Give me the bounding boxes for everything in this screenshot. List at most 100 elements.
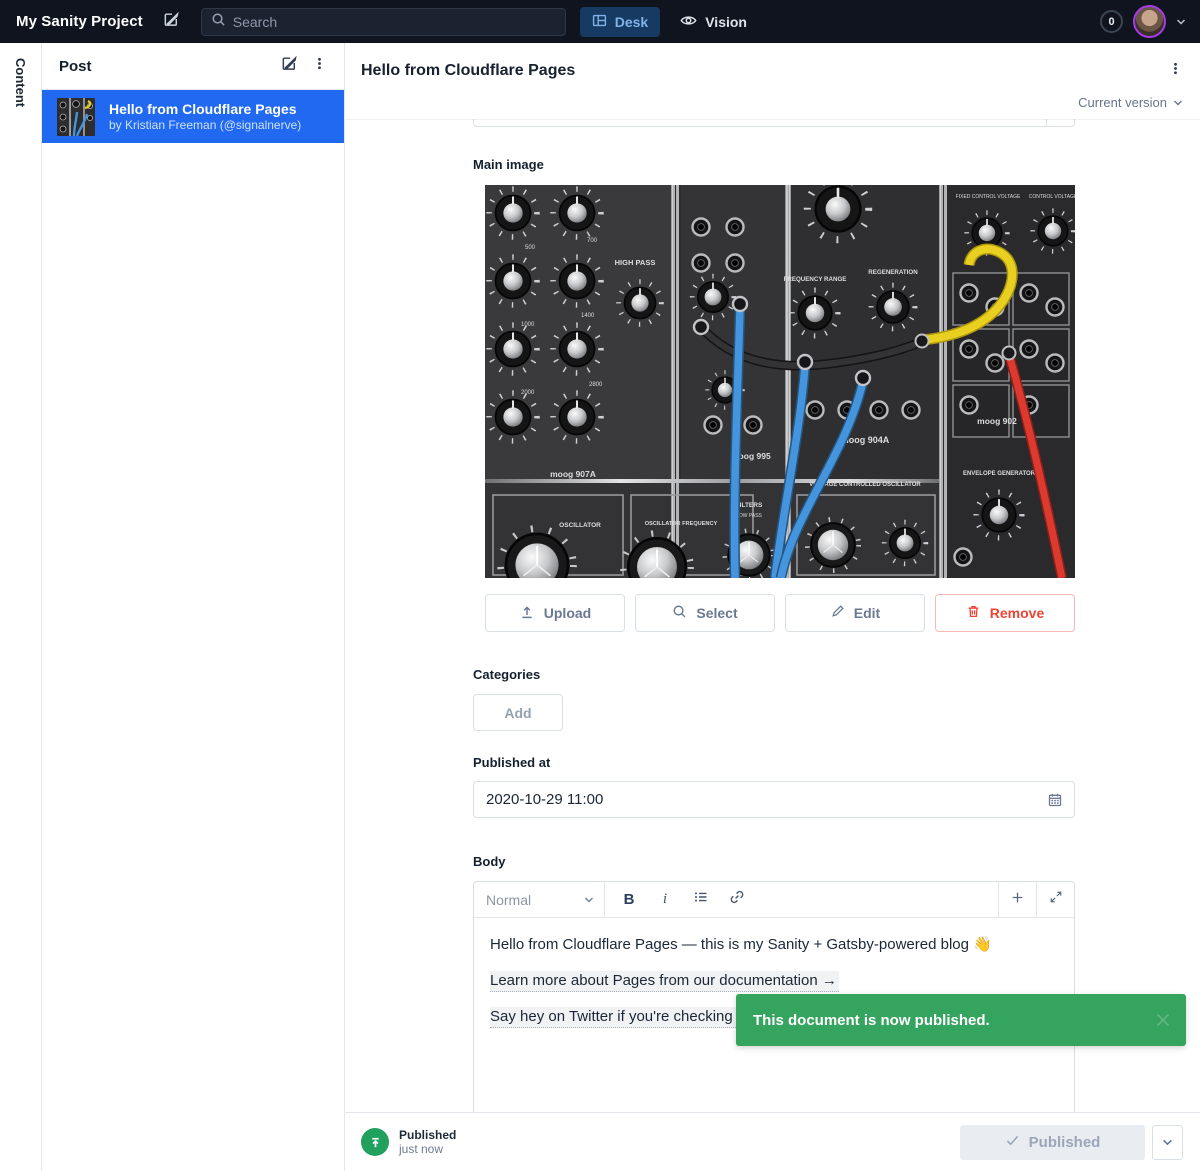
dots-vertical-icon <box>1168 61 1183 81</box>
body-toolbar: Normal B i <box>474 882 1074 918</box>
bold-button[interactable]: B <box>613 886 645 914</box>
edit-label: Edit <box>854 605 880 621</box>
chevron-down-icon <box>584 896 594 904</box>
body-paragraph[interactable]: Hello from Cloudflare Pages — this is my… <box>490 935 1058 955</box>
create-post-button[interactable] <box>274 51 304 81</box>
post-pane: Post <box>42 43 345 1171</box>
dots-vertical-icon <box>312 56 327 76</box>
tab-desk[interactable]: Desk <box>580 7 660 37</box>
trash-icon <box>966 604 981 622</box>
publish-time: just now <box>399 1142 456 1156</box>
post-item-byline: by Kristian Freeman (@signalnerve) <box>109 118 301 133</box>
document-title: Hello from Cloudflare Pages <box>361 62 1160 80</box>
navbar-right: 0 <box>1100 5 1186 38</box>
body-link-documentation[interactable]: Learn more about Pages from our document… <box>490 971 839 992</box>
select-button[interactable]: Select <box>635 594 775 632</box>
style-selector[interactable]: Normal <box>474 882 605 917</box>
rail-tab-content[interactable]: Content <box>13 43 28 107</box>
pane-menu-button[interactable] <box>304 51 334 81</box>
columns-icon <box>592 13 607 31</box>
publish-button-label: Published <box>1029 1134 1101 1151</box>
image-actions: Upload Select <box>485 594 1075 632</box>
svg-text:2000: 2000 <box>521 390 535 396</box>
categories-label: Categories <box>473 667 1075 682</box>
footer-actions: Published <box>960 1125 1183 1160</box>
photo-label-regeneration: REGENERATION <box>868 269 918 276</box>
compose-icon <box>163 11 180 33</box>
style-selector-value: Normal <box>486 892 578 908</box>
project-title: My Sanity Project <box>16 13 143 30</box>
version-selector[interactable]: Current version <box>345 86 1200 110</box>
format-buttons: B i <box>605 882 998 917</box>
photo-label-fixed-cv: FIXED CONTROL VOLTAGE <box>956 194 1021 200</box>
photo-label-envelope-generator: ENVELOPE GENERATOR <box>963 471 1036 477</box>
published-at-label: Published at <box>473 755 1075 770</box>
chevron-down-icon <box>1162 1135 1173 1150</box>
new-document-button[interactable] <box>157 7 187 37</box>
close-icon[interactable] <box>1156 1013 1170 1027</box>
publish-status-texts: Published just now <box>399 1128 456 1156</box>
toast-message: This document is now published. <box>753 1012 1156 1029</box>
eye-icon <box>680 12 697 32</box>
check-icon <box>1005 1134 1020 1151</box>
link-icon <box>729 889 745 910</box>
link-button[interactable] <box>721 886 753 914</box>
bullet-list-button[interactable] <box>685 886 717 914</box>
photo-label-oscillator-frequency: OSCILLATOR FREQUENCY <box>645 521 718 527</box>
italic-button[interactable]: i <box>649 886 681 914</box>
svg-text:2800: 2800 <box>589 382 603 388</box>
svg-text:1400: 1400 <box>581 313 595 319</box>
photo-label-frequency-range: FREQUENCY RANGE <box>784 276 847 283</box>
publish-button[interactable]: Published <box>960 1125 1145 1160</box>
tab-vision-label: Vision <box>705 14 747 30</box>
post-thumbnail <box>57 98 95 136</box>
document-menu-button[interactable] <box>1160 56 1190 86</box>
document-title-row: Hello from Cloudflare Pages <box>345 43 1200 86</box>
photo-label-moog-907a: moog 907A <box>550 469 596 479</box>
search-icon <box>211 12 226 32</box>
publish-menu-button[interactable] <box>1152 1125 1183 1160</box>
photo-label-high-pass: HIGH PASS <box>615 258 656 267</box>
upload-icon <box>519 604 535 623</box>
list-icon <box>693 889 709 910</box>
version-label: Current version <box>1078 95 1167 110</box>
workspace-tabs: Desk Vision <box>580 7 759 37</box>
post-item-title: Hello from Cloudflare Pages <box>109 101 301 118</box>
plus-icon <box>1010 890 1025 910</box>
photo-label-low-pass: LOW PASS <box>736 513 762 519</box>
pane-title: Post <box>59 58 274 75</box>
calendar-icon[interactable] <box>1047 792 1063 808</box>
svg-text:1000: 1000 <box>521 322 535 328</box>
compose-icon <box>281 55 298 77</box>
upload-label: Upload <box>544 605 591 621</box>
tab-desk-label: Desk <box>615 14 648 30</box>
chevron-down-icon <box>1173 95 1183 110</box>
fullscreen-button[interactable] <box>1036 882 1074 917</box>
post-item-texts: Hello from Cloudflare Pages by Kristian … <box>109 101 301 133</box>
remove-button[interactable]: Remove <box>935 594 1075 632</box>
add-category-button[interactable]: Add <box>473 694 563 731</box>
photo-label-oscillator: OSCILLATOR <box>559 522 601 529</box>
svg-text:500: 500 <box>525 245 536 251</box>
insert-block-button[interactable] <box>998 882 1036 917</box>
search-input[interactable] <box>233 14 556 30</box>
main-image-label: Main image <box>473 157 1075 172</box>
published-at-field <box>473 781 1075 818</box>
avatar[interactable] <box>1133 5 1166 38</box>
slug-field-cut[interactable] <box>473 119 1075 127</box>
search-icon <box>672 604 687 622</box>
publish-status: Published <box>399 1128 456 1142</box>
remove-label: Remove <box>990 605 1044 621</box>
upload-button[interactable]: Upload <box>485 594 625 632</box>
post-list-item[interactable]: Hello from Cloudflare Pages by Kristian … <box>42 90 344 143</box>
document-footer: Published just now Published <box>345 1112 1200 1171</box>
chevron-down-icon[interactable] <box>1176 13 1186 31</box>
publish-status-icon <box>361 1128 389 1156</box>
body-label: Body <box>473 854 1075 869</box>
published-at-input[interactable] <box>486 791 1047 808</box>
photo-label-moog-902: moog 902 <box>977 416 1017 426</box>
tab-vision[interactable]: Vision <box>668 7 759 37</box>
search-bar <box>201 8 566 36</box>
edit-button[interactable]: Edit <box>785 594 925 632</box>
notifications-badge[interactable]: 0 <box>1100 10 1123 33</box>
